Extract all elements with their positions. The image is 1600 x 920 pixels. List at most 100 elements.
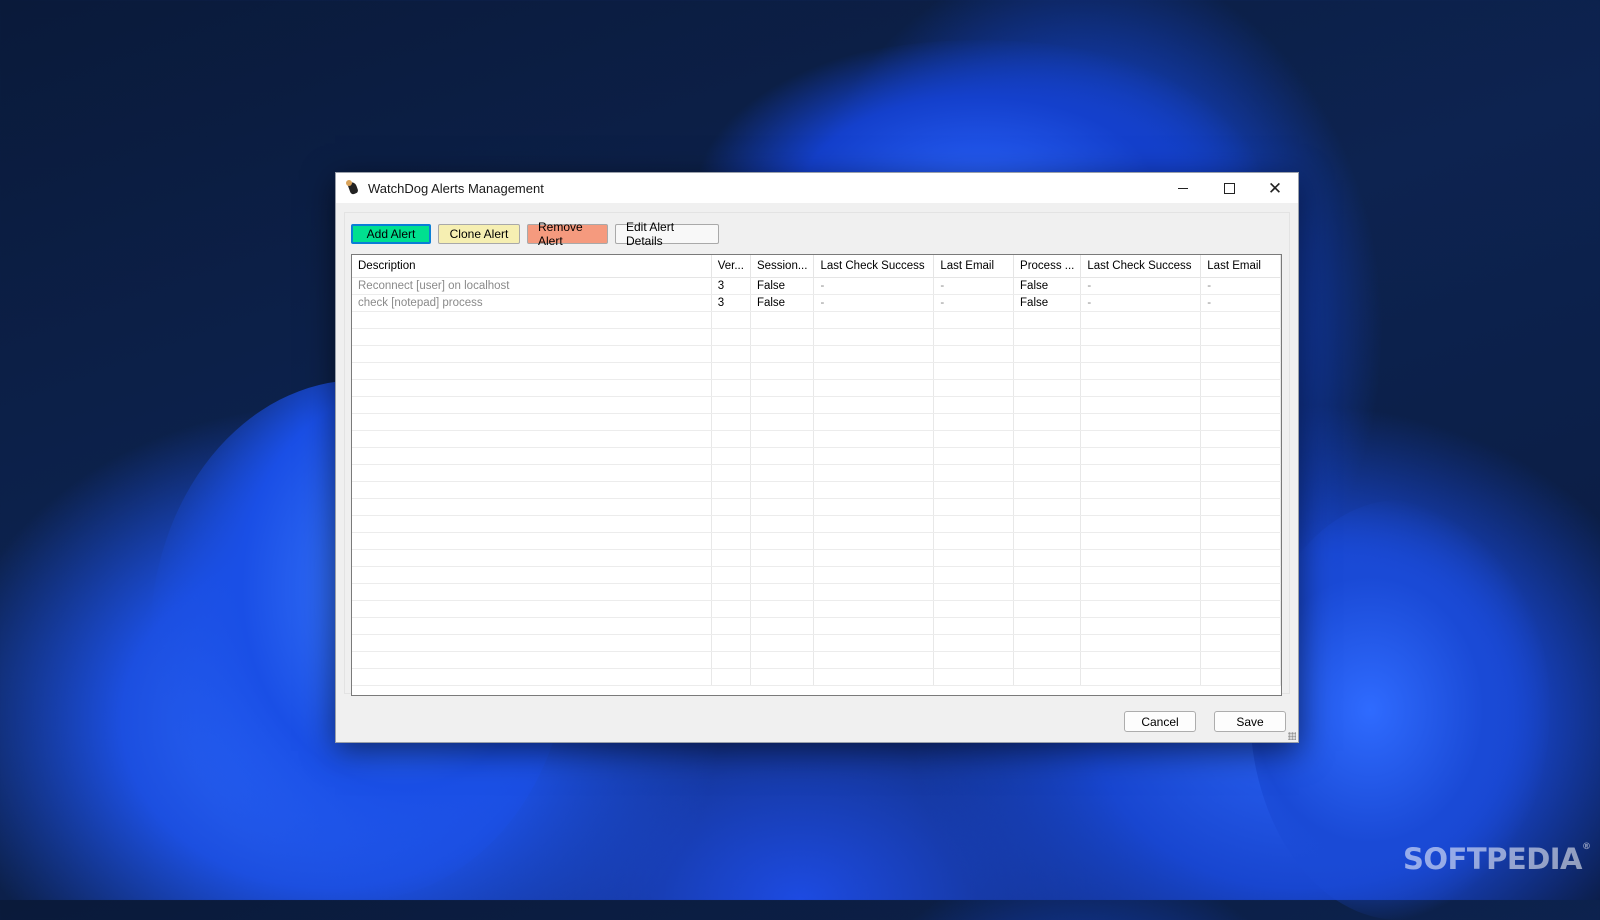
add-alert-button[interactable]: Add Alert [351,224,431,244]
column-header[interactable]: Last Email [1200,255,1281,278]
column-header[interactable]: Process ... [1013,255,1082,278]
maximize-button[interactable] [1206,173,1252,203]
table-cell: False [1013,294,1082,312]
empty-cell [711,634,751,652]
empty-row [352,413,1281,431]
empty-cell [1080,396,1202,414]
empty-cell [1013,634,1082,652]
empty-cell [1200,430,1281,448]
empty-cell [813,600,935,618]
empty-cell [750,464,815,482]
empty-cell [813,583,935,601]
empty-cell [1200,651,1281,669]
empty-cell [813,362,935,380]
empty-cell [352,430,712,448]
empty-cell [1200,600,1281,618]
empty-cell [750,379,815,397]
empty-cell [1200,481,1281,499]
empty-cell [933,617,1015,635]
empty-cell [750,549,815,567]
empty-cell [750,515,815,533]
column-header[interactable]: Ver... [711,255,751,278]
table-cell: - [933,294,1015,312]
resize-grip-icon[interactable] [1288,732,1296,740]
empty-cell [352,447,712,465]
toolbar: Add Alert Clone Alert Remove Alert Edit … [351,220,719,248]
table-row[interactable]: check [notepad] process 3 False - - False - - [352,294,1281,312]
empty-cell [352,600,712,618]
cancel-button[interactable]: Cancel [1124,711,1196,732]
empty-cell [711,651,751,669]
empty-cell [352,311,712,329]
edit-alert-details-button[interactable]: Edit Alert Details [615,220,719,248]
empty-row [352,617,1281,635]
empty-cell [711,413,751,431]
empty-cell [750,583,815,601]
empty-row [352,583,1281,601]
empty-cell [352,379,712,397]
empty-cell [352,498,712,516]
close-button[interactable]: ✕ [1252,173,1298,203]
empty-row [352,447,1281,465]
column-header[interactable]: Last Check Success [813,255,935,278]
empty-cell [813,328,935,346]
empty-cell [352,481,712,499]
empty-cell [813,430,935,448]
empty-cell [1080,549,1202,567]
remove-alert-button[interactable]: Remove Alert [527,220,608,248]
save-button[interactable]: Save [1214,711,1286,732]
empty-cell [1200,413,1281,431]
empty-cell [1080,311,1202,329]
empty-cell [1080,583,1202,601]
empty-row [352,668,1281,686]
column-header[interactable]: Last Check Success [1080,255,1202,278]
clone-alert-button[interactable]: Clone Alert [438,224,520,244]
empty-cell [711,617,751,635]
empty-cell [813,549,935,567]
empty-cell [750,634,815,652]
title-bar[interactable]: WatchDog Alerts Management ✕ [336,173,1298,203]
table-cell: - [933,277,1015,295]
empty-cell [1013,566,1082,584]
empty-cell [813,481,935,499]
empty-cell [933,549,1015,567]
empty-cell [1080,345,1202,363]
empty-cell [1013,668,1082,686]
empty-cell [750,430,815,448]
empty-cell [813,634,935,652]
empty-cell [813,498,935,516]
table-cell: check [notepad] process [352,294,712,312]
empty-cell [813,345,935,363]
empty-cell [750,311,815,329]
empty-cell [711,549,751,567]
empty-cell [1200,498,1281,516]
table-row[interactable]: Reconnect [user] on localhost 3 False - - Fal… [352,277,1281,295]
empty-row [352,634,1281,652]
column-header[interactable]: Last Email [933,255,1015,278]
empty-cell [352,651,712,669]
empty-cell [352,532,712,550]
column-header[interactable]: Description [352,255,712,278]
empty-cell [750,447,815,465]
empty-cell [1200,634,1281,652]
empty-cell [933,311,1015,329]
empty-row [352,396,1281,414]
empty-cell [711,447,751,465]
empty-cell [1080,668,1202,686]
empty-cell [933,430,1015,448]
column-header[interactable]: Session... [750,255,815,278]
empty-cell [933,362,1015,380]
empty-cell [711,600,751,618]
window-title: WatchDog Alerts Management [368,180,544,196]
minimize-button[interactable] [1160,173,1206,203]
empty-cell [1200,549,1281,567]
softpedia-watermark: SOFTPEDIA® [1403,842,1591,876]
alerts-grid[interactable]: Description Ver... Session... Last Check Su… [351,254,1282,696]
empty-cell [1200,362,1281,380]
empty-cell [352,345,712,363]
empty-cell [1200,515,1281,533]
empty-cell [352,566,712,584]
empty-cell [1200,345,1281,363]
empty-cell [352,362,712,380]
empty-cell [933,566,1015,584]
